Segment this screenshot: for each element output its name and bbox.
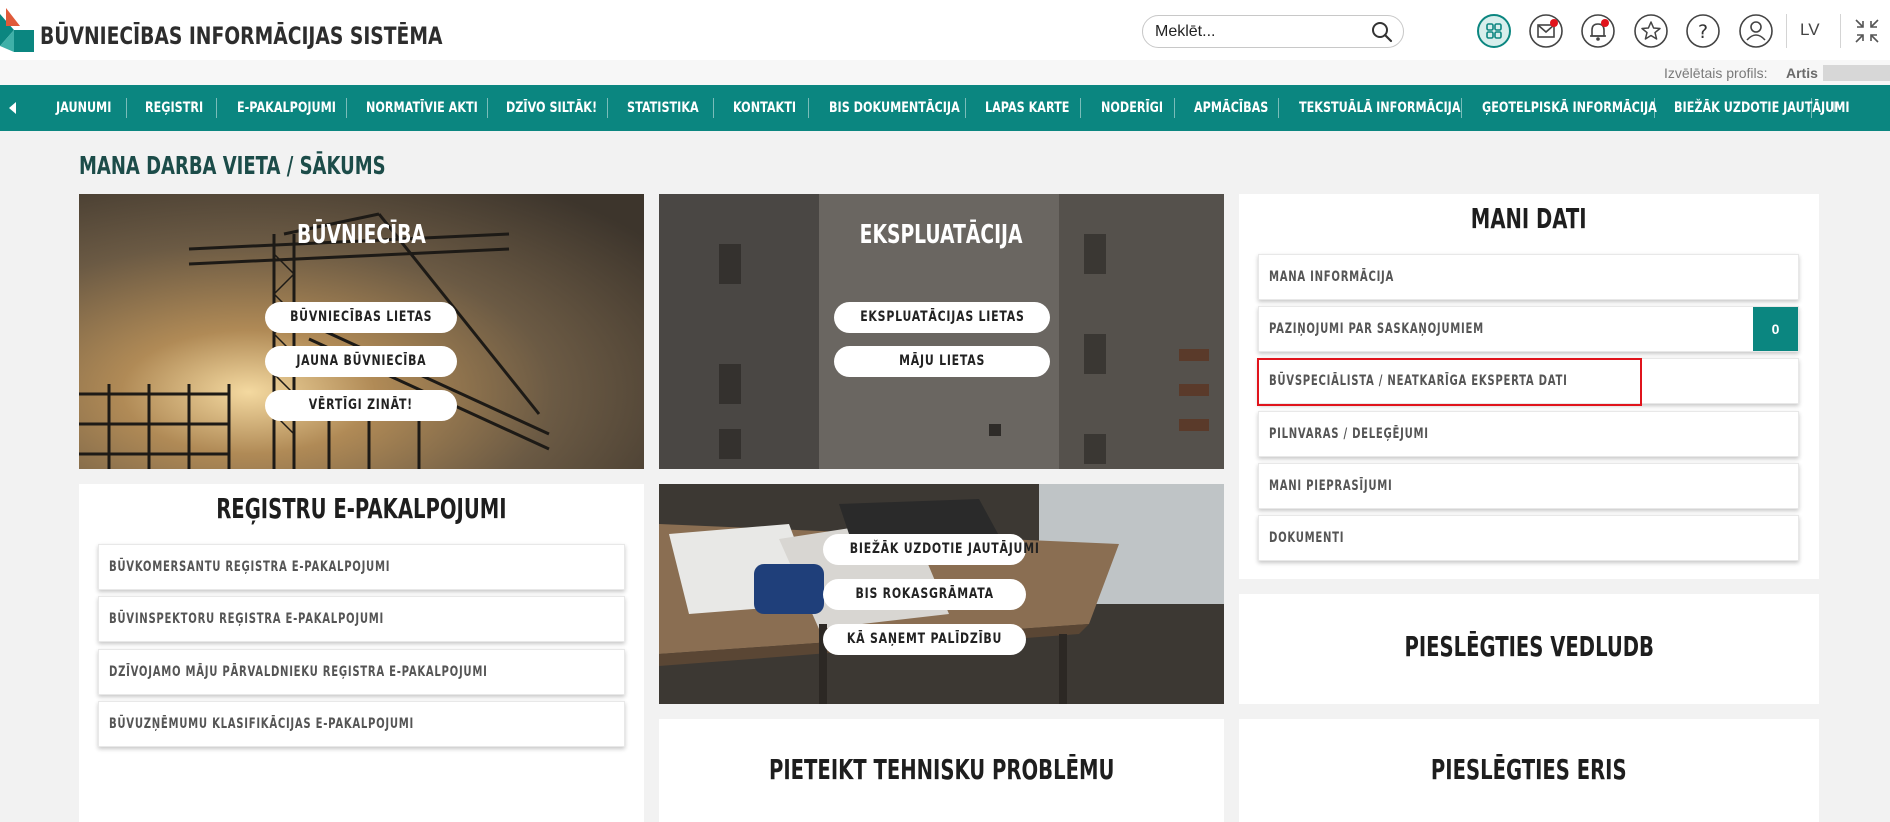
apps-grid-icon[interactable] <box>1477 14 1511 48</box>
tech-problem-card[interactable]: PIETEIKT TEHNISKU PROBLĒMU <box>659 719 1224 822</box>
vertigi-zinat-button[interactable]: VĒRTĪGI ZINĀT! <box>265 390 457 421</box>
nav-item-apmacibas[interactable]: APMĀCĪBAS <box>1194 85 1287 131</box>
link-label: DZĪVOJAMO MĀJU PĀRVALDNIEKU REĢISTRA E-P… <box>109 664 488 680</box>
bis-rokasgramata-button[interactable]: BIS ROKASGRĀMATA <box>823 579 1026 610</box>
bell-icon[interactable] <box>1581 14 1615 48</box>
nav-item-jaunumi[interactable]: JAUNUMI <box>56 85 125 131</box>
nav-divider <box>1278 98 1279 118</box>
mana-informacija-link[interactable]: MANA INFORMĀCIJA <box>1258 254 1799 300</box>
nav-divider <box>1080 98 1081 118</box>
page-title: MANA DARBA VIETA / SĀKUMS <box>79 151 386 180</box>
parvaldnieku-link[interactable]: DZĪVOJAMO MĀJU PĀRVALDNIEKU REĢISTRA E-P… <box>98 649 625 695</box>
tech-problem-title: PIETEIKT TEHNISKU PROBLĒMU <box>768 753 1115 786</box>
nav-item-overflow[interactable]: F <box>1832 85 1842 131</box>
nav-divider <box>126 98 127 118</box>
profile-label: Izvēlētais profils: <box>1664 65 1768 81</box>
pazinojumi-link[interactable]: PAZIŅOJUMI PAR SASKAŅOJUMIEM 0 <box>1258 306 1799 352</box>
nav-divider <box>346 98 347 118</box>
mani-pieprasijumi-link[interactable]: MANI PIEPRASĪJUMI <box>1258 463 1799 509</box>
link-label: DOKUMENTI <box>1269 530 1345 546</box>
pilnvaras-link[interactable]: PILNVARAS / DELEĢĒJUMI <box>1258 411 1799 457</box>
ekspluatacija-tile: EKSPLUATĀCIJA EKSPLUATĀCIJAS LIETAS MĀJU… <box>659 194 1224 469</box>
eris-title: PIESLĒGTIES ERIS <box>1431 753 1627 786</box>
vedludb-card[interactable]: PIESLĒGTIES VEDLUDB <box>1239 594 1819 704</box>
nav-divider <box>808 98 809 118</box>
link-label: PILNVARAS / DELEĢĒJUMI <box>1269 426 1429 442</box>
nav-item-kontakti[interactable]: KONTAKTI <box>733 85 812 131</box>
buvspecialista-dati-link[interactable]: BŪVSPECIĀLISTA / NEATKARĪGA EKSPERTA DAT… <box>1258 358 1799 404</box>
profile-bar: Izvēlētais profils: Artis <box>0 60 1890 85</box>
collapse-icon[interactable] <box>1853 17 1881 45</box>
header: BŪVNIECĪBAS INFORMĀCIJAS SISTĒMA ? <box>0 0 1890 60</box>
nav-divider <box>1654 98 1655 118</box>
nav-item-dzivo-siltak[interactable]: DZĪVO SILTĀK! <box>506 85 620 131</box>
nav-item-lapas-karte[interactable]: LAPAS KARTE <box>985 85 1090 131</box>
chevron-left-icon[interactable] <box>6 99 20 117</box>
profile-name-redacted <box>1823 65 1890 81</box>
link-label: BŪVSPECIĀLISTA / NEATKARĪGA EKSPERTA DAT… <box>1269 373 1568 389</box>
nav-divider <box>487 98 488 118</box>
nav-divider <box>607 98 608 118</box>
help-icon[interactable]: ? <box>1686 14 1720 48</box>
klasifikacijas-link[interactable]: BŪVUZŅĒMUMU KLASIFIKĀCIJAS E-PAKALPOJUMI <box>98 701 625 747</box>
help-tile: BIEŽĀK UZDOTIE JAUTĀJUMI BIS ROKASGRĀMAT… <box>659 484 1224 704</box>
jauna-buvnieciba-button[interactable]: JAUNA BŪVNIECĪBA <box>265 346 457 377</box>
link-label: BŪVKOMERSANTU REĢISTRA E-PAKALPOJUMI <box>109 559 391 575</box>
maju-lietas-button[interactable]: MĀJU LIETAS <box>834 346 1050 377</box>
buvinspektoru-link[interactable]: BŪVINSPEKTORU REĢISTRA E-PAKALPOJUMI <box>98 596 625 642</box>
registri-card: REĢISTRU E-PAKALPOJUMI BŪVKOMERSANTU REĢ… <box>79 484 644 822</box>
mani-dati-card: MANI DATI MANA INFORMĀCIJA PAZIŅOJUMI PA… <box>1239 194 1819 579</box>
nav-divider <box>1174 98 1175 118</box>
nav-item-bis-dokumentacija[interactable]: BIS DOKUMENTĀCIJA <box>829 85 992 131</box>
link-label: PAZIŅOJUMI PAR SASKAŅOJUMIEM <box>1269 321 1484 337</box>
language-switcher[interactable]: LV <box>1800 20 1820 40</box>
star-icon[interactable] <box>1634 14 1668 48</box>
mani-dati-title: MANI DATI <box>1471 202 1587 235</box>
ka-sanemt-palidzibu-button[interactable]: KĀ SAŅEMT PALĪDZĪBU <box>823 624 1026 655</box>
svg-text:?: ? <box>1698 21 1708 43</box>
main-nav: JAUNUMI REĢISTRI E-PAKALPOJUMI NORMATĪVI… <box>0 85 1890 131</box>
biezak-uzdotie-jautajumi-button[interactable]: BIEŽĀK UZDOTIE JAUTĀJUMI <box>823 534 1039 565</box>
ekspluatacijas-lietas-button[interactable]: EKSPLUATĀCIJAS LIETAS <box>834 302 1050 333</box>
search-icon[interactable] <box>1371 21 1393 43</box>
nav-divider <box>713 98 714 118</box>
site-title[interactable]: BŪVNIECĪBAS INFORMĀCIJAS SISTĒMA <box>40 22 442 50</box>
profile-name[interactable]: Artis <box>1786 65 1818 81</box>
nav-item-e-pakalpojumi[interactable]: E-PAKALPOJUMI <box>237 85 361 131</box>
buvnieciba-title: BŪVNIECĪBA <box>297 220 426 250</box>
notification-count-badge: 0 <box>1753 307 1798 351</box>
header-divider <box>1786 14 1787 48</box>
buvnieciba-tile: BŪVNIECĪBA BŪVNIECĪBAS LIETAS JAUNA BŪVN… <box>79 194 644 469</box>
user-icon[interactable] <box>1739 14 1773 48</box>
buvkomersantu-link[interactable]: BŪVKOMERSANTU REĢISTRA E-PAKALPOJUMI <box>98 544 625 590</box>
nav-item-biezak-uzdotie-jautajumi[interactable]: BIEŽĀK UZDOTIE JAUTĀJUMI <box>1674 85 1890 131</box>
ekspluatacija-title: EKSPLUATĀCIJA <box>860 220 1023 250</box>
vedludb-title: PIESLĒGTIES VEDLUDB <box>1404 630 1654 663</box>
header-divider <box>1840 14 1841 48</box>
nav-item-noderigi[interactable]: NODERĪGI <box>1101 85 1179 131</box>
nav-divider <box>1461 98 1462 118</box>
link-label: BŪVINSPEKTORU REĢISTRA E-PAKALPOJUMI <box>109 611 384 627</box>
search-box[interactable] <box>1142 15 1404 48</box>
nav-divider <box>216 98 217 118</box>
buvniecibas-lietas-button[interactable]: BŪVNIECĪBAS LIETAS <box>265 302 457 333</box>
nav-divider <box>965 98 966 118</box>
nav-item-tekstuala-informacija[interactable]: TEKSTUĀLĀ INFORMĀCIJA <box>1299 85 1501 131</box>
link-label: MANA INFORMĀCIJA <box>1269 269 1395 285</box>
nav-item-statistika[interactable]: STATISTIKA <box>627 85 717 131</box>
nav-divider <box>1811 98 1812 118</box>
link-label: BŪVUZŅĒMUMU KLASIFIKĀCIJAS E-PAKALPOJUMI <box>109 716 415 732</box>
bis-logo-icon[interactable] <box>0 8 36 52</box>
nav-item-normativie-akti[interactable]: NORMATĪVIE AKTI <box>366 85 506 131</box>
link-label: MANI PIEPRASĪJUMI <box>1269 478 1393 494</box>
registri-title: REĢISTRU E-PAKALPOJUMI <box>216 492 507 525</box>
eris-card[interactable]: PIESLĒGTIES ERIS <box>1239 719 1819 822</box>
search-input[interactable] <box>1155 22 1365 42</box>
mail-icon[interactable] <box>1529 14 1563 48</box>
dokumenti-link[interactable]: DOKUMENTI <box>1258 515 1799 561</box>
nav-item-registri[interactable]: REĢISTRI <box>145 85 218 131</box>
nav-item-geotelpiska-informacija[interactable]: ĢEOTELPISKĀ INFORMĀCIJA <box>1482 85 1701 131</box>
